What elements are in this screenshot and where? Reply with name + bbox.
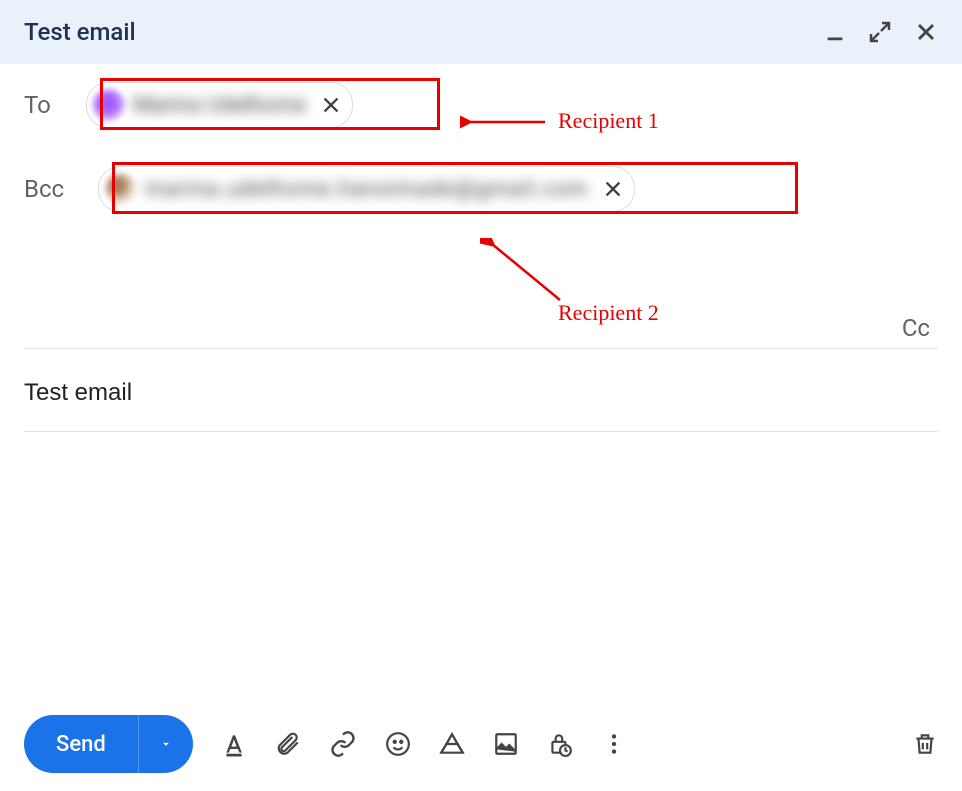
subject-input[interactable] <box>24 379 938 407</box>
minimize-icon[interactable] <box>824 21 846 43</box>
compose-header: Test email <box>0 0 962 64</box>
attach-icon[interactable] <box>275 731 301 757</box>
link-icon[interactable] <box>329 730 357 758</box>
drive-icon[interactable] <box>439 731 465 757</box>
confidential-icon[interactable] <box>547 731 573 757</box>
send-button-group: Send <box>24 715 193 773</box>
compose-toolbar: Send <box>24 715 938 773</box>
remove-recipient-icon[interactable] <box>602 178 624 200</box>
bcc-recipient-chip[interactable]: marina.udelhome.hansimade@gmail.com <box>98 166 635 212</box>
expand-icon[interactable] <box>868 20 892 44</box>
discard-icon[interactable] <box>912 731 938 757</box>
avatar <box>105 173 137 205</box>
compose-title: Test email <box>24 18 136 46</box>
close-icon[interactable] <box>914 20 938 44</box>
to-label: To <box>24 91 68 119</box>
bcc-row: Bcc marina.udelhome.hansimade@gmail.com <box>24 138 938 222</box>
send-button[interactable]: Send <box>24 715 139 773</box>
remove-recipient-icon[interactable] <box>320 94 342 116</box>
recipient-name: marina.udelhome.hansimade@gmail.com <box>145 177 588 202</box>
bcc-label: Bcc <box>24 175 80 203</box>
to-row: To Marina Udelhome <box>24 64 938 138</box>
recipient-name: Marina Udelhome <box>133 93 306 118</box>
formatting-icon[interactable] <box>221 731 247 757</box>
compose-body: To Marina Udelhome Bcc marina.udelhome.h… <box>0 64 962 432</box>
to-recipient-chip[interactable]: Marina Udelhome <box>86 82 353 128</box>
send-options-dropdown[interactable] <box>139 715 193 773</box>
emoji-icon[interactable] <box>385 731 411 757</box>
compose-header-actions <box>824 20 938 44</box>
cc-button[interactable]: Cc <box>24 302 938 349</box>
subject-row <box>24 353 938 432</box>
more-options-icon[interactable] <box>601 731 627 757</box>
cc-label: Cc <box>902 314 930 342</box>
avatar <box>93 89 125 121</box>
image-icon[interactable] <box>493 731 519 757</box>
